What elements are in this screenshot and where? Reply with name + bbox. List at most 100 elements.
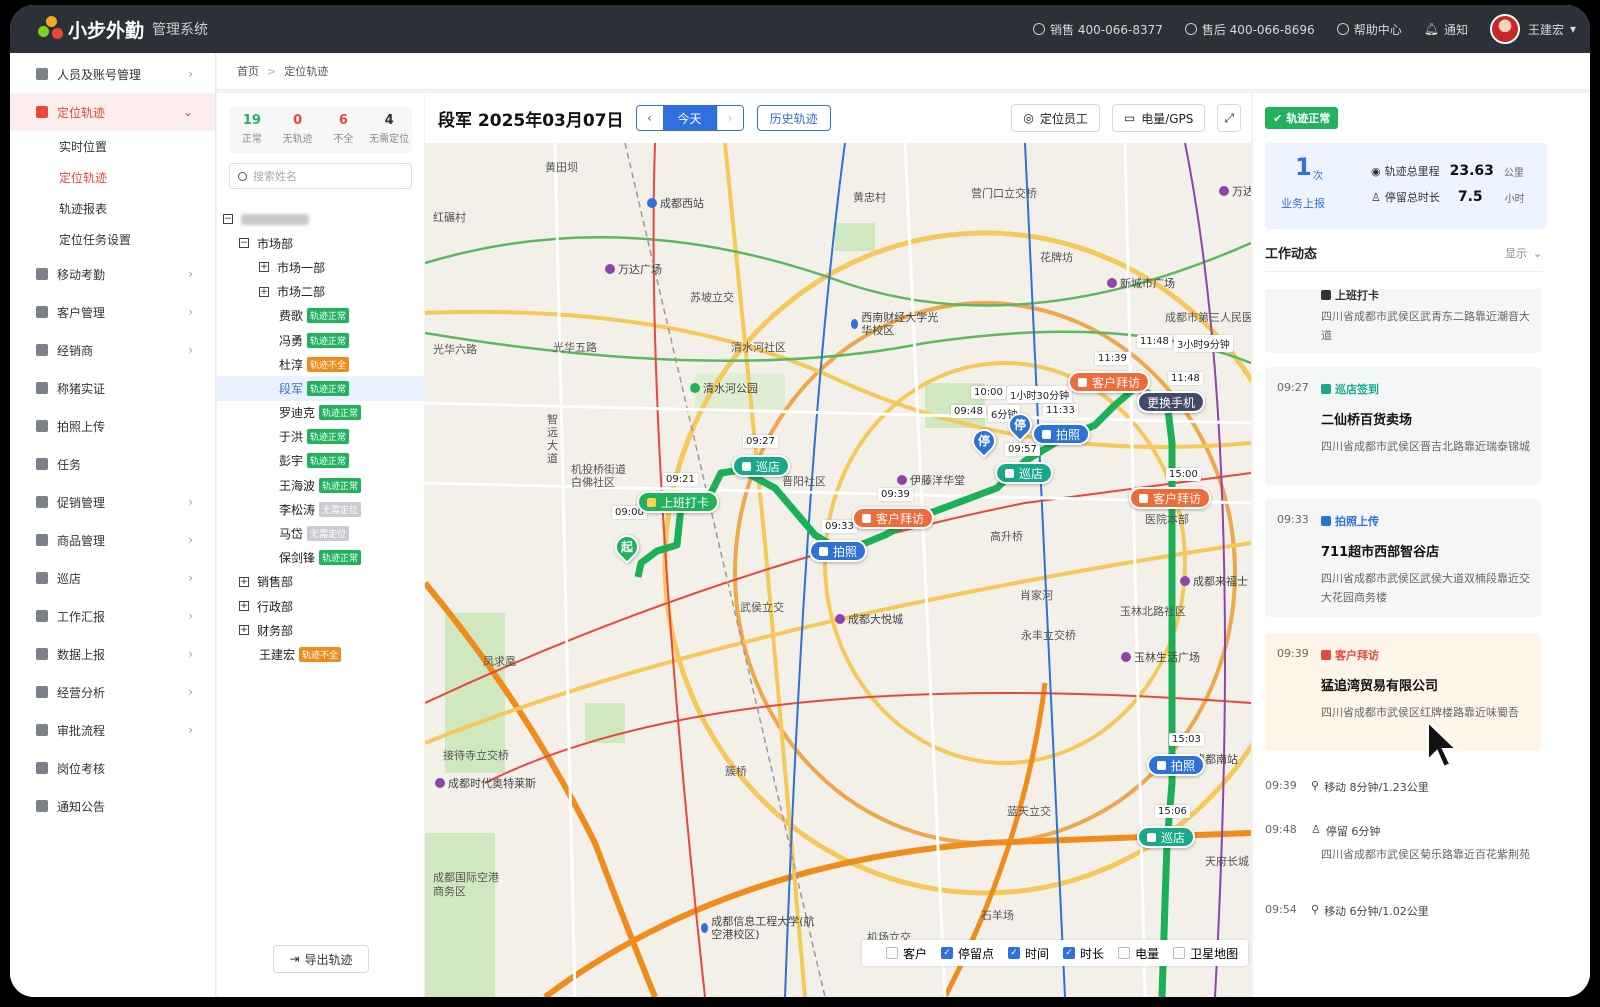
tree-person[interactable]: 王建宏 轨迹不全	[217, 642, 424, 666]
tree-person[interactable]: 王海波 轨迹正常	[217, 473, 424, 497]
tree-person[interactable]: 杜淳 轨迹不全	[217, 352, 424, 376]
marker-patrol[interactable]: 巡店	[1137, 826, 1196, 848]
tree-person[interactable]: 保剑锋 轨迹正常	[217, 546, 424, 570]
breadcrumb-home[interactable]: 首页	[237, 63, 259, 79]
menu-item-data-report[interactable]: 数据上报 ›	[10, 635, 215, 673]
marker-visit[interactable]: 客户拜访	[1068, 371, 1151, 393]
checkbox-battery[interactable]	[1118, 947, 1131, 959]
tree-person-selected[interactable]: 段军 轨迹正常	[217, 376, 424, 401]
tree-root[interactable]: −	[217, 207, 424, 231]
menu-item-weigh[interactable]: 称猪实证	[10, 369, 215, 407]
map-poi[interactable]: 西南财经大学光华校区	[851, 311, 941, 337]
menu-item-promo[interactable]: 促销管理 ›	[10, 483, 215, 521]
menu-item-track[interactable]: 定位轨迹 ⌄	[10, 93, 215, 131]
menu-item-dealer[interactable]: 经销商 ›	[10, 331, 215, 369]
stat-normal[interactable]: 19 正常	[229, 107, 275, 153]
marker-patrol[interactable]: 巡店	[995, 462, 1054, 484]
display-filter-dropdown[interactable]: 显示 ⌄	[1505, 245, 1542, 261]
total-distance: 23.63	[1449, 163, 1494, 179]
tree-dept[interactable]: + 市场一部	[217, 255, 424, 279]
map-poi[interactable]: 玉林生活广场	[1121, 649, 1200, 665]
map-poi[interactable]: 成都时代奥特莱斯	[435, 775, 536, 791]
marker-photo[interactable]: 拍照	[1032, 423, 1091, 445]
menu-item-notice[interactable]: 通知公告	[10, 787, 215, 825]
map-poi[interactable]: 新城市广场	[1107, 275, 1175, 291]
report-label[interactable]: 业务上报	[1281, 195, 1325, 211]
tree-dept[interactable]: + 财务部	[217, 618, 424, 642]
fullscreen-button[interactable]: ⤢	[1217, 104, 1241, 132]
submenu-report[interactable]: 轨迹报表	[10, 193, 215, 224]
help-center-link[interactable]: 帮助中心	[1336, 21, 1402, 38]
activity-row[interactable]: 09:39 ⚲ 移动 8分钟/1.23公里	[1265, 779, 1429, 795]
map-poi[interactable]: 成都西站	[647, 195, 704, 211]
menu-item-account[interactable]: 人员及账号管理 ›	[10, 55, 215, 93]
stat-incomplete[interactable]: 6 不全	[321, 107, 367, 153]
sales-hotline[interactable]: 销售 400-066-8377	[1033, 21, 1163, 38]
tree-dept[interactable]: + 行政部	[217, 594, 424, 618]
tree-person[interactable]: 费歌 轨迹正常	[217, 304, 424, 328]
submenu-realtime[interactable]: 实时位置	[10, 131, 215, 162]
tree-dept[interactable]: + 市场二部	[217, 280, 424, 304]
menu-item-photo[interactable]: 拍照上传	[10, 407, 215, 445]
menu-item-task[interactable]: 任务	[10, 445, 215, 483]
today-button[interactable]: 今天	[662, 106, 717, 130]
checkbox-customer[interactable]	[886, 947, 898, 959]
menu-item-attendance[interactable]: 移动考勤 ›	[10, 255, 215, 293]
menu-item-goods[interactable]: 商品管理 ›	[10, 521, 215, 559]
map-poi[interactable]: 成都信息工程大学(航空港校区)	[701, 915, 821, 941]
locate-employee-button[interactable]: ◎ 定位员工	[1011, 104, 1100, 132]
prev-day-button[interactable]: ‹	[636, 106, 663, 130]
map-canvas[interactable]: 黄田坝 红碾村 苏坡立交 光华六路 光华五路 清水河社区 营门口立交桥 花牌坊 …	[425, 143, 1251, 997]
stat-no-track[interactable]: 0 无轨迹	[275, 107, 321, 153]
checkbox-duration[interactable]: ✓	[1063, 947, 1076, 959]
checkbox-satellite[interactable]	[1173, 947, 1186, 959]
menu-item-approval[interactable]: 审批流程 ›	[10, 711, 215, 749]
export-track-button[interactable]: ⇥ 导出轨迹	[273, 945, 369, 973]
next-day-button[interactable]: ›	[716, 106, 743, 130]
menu-item-patrol[interactable]: 巡店 ›	[10, 559, 215, 597]
battery-gps-button[interactable]: ▭ 电量/GPS	[1111, 104, 1206, 132]
history-track-button[interactable]: 历史轨迹	[756, 105, 831, 131]
stat-no-locate[interactable]: 4 无需定位	[366, 107, 412, 153]
menu-item-analysis[interactable]: 经营分析 ›	[10, 673, 215, 711]
marker-visit[interactable]: 客户拜访	[1129, 487, 1212, 509]
search-input[interactable]: 搜索姓名	[229, 163, 412, 189]
tree-person[interactable]: 于洪 轨迹正常	[217, 425, 424, 449]
menu-item-kpi[interactable]: 岗位考核	[10, 749, 215, 787]
marker-patrol[interactable]: 巡店	[732, 455, 791, 477]
activity-card[interactable]: 09:27 巡店签到 二仙桥百货卖场 四川省成都市武侯区晋吉北路靠近瑞泰锦城	[1265, 367, 1541, 485]
map-poi[interactable]: 成都大悦城	[835, 611, 903, 627]
submenu-task-settings[interactable]: 定位任务设置	[10, 224, 215, 255]
activity-row[interactable]: 09:54 ⚲ 移动 6分钟/1.02公里	[1265, 903, 1429, 919]
tree-person[interactable]: 彭宇 轨迹正常	[217, 449, 424, 473]
aftersales-hotline[interactable]: 售后 400-066-8696	[1184, 21, 1315, 38]
map-poi[interactable]: 成都来福士	[1180, 573, 1248, 589]
activity-card[interactable]: 09:33 拍照上传 711超市西部智谷店 四川省成都市武侯区武侯大道双楠段靠近…	[1265, 499, 1541, 617]
notification-link[interactable]: 🔔︎ 通知	[1424, 21, 1468, 38]
map-poi[interactable]: 万达广场	[605, 261, 662, 277]
activity-row[interactable]: 09:48 ♙ 停留 6分钟	[1265, 823, 1380, 839]
tree-person[interactable]: 罗迪克 轨迹正常	[217, 401, 424, 425]
tree-person[interactable]: 冯勇 轨迹正常	[217, 328, 424, 352]
app-logo[interactable]: 小步外勤 管理系统	[38, 16, 208, 43]
marker-change-phone[interactable]: 更换手机	[1137, 391, 1206, 413]
checkbox-stop-point[interactable]: ✓	[941, 947, 954, 959]
marker-clockin[interactable]: 上班打卡	[637, 491, 720, 513]
user-menu[interactable]: 王建宏 ▾	[1489, 14, 1576, 44]
tree-dept[interactable]: + 销售部	[217, 570, 424, 594]
tree-person[interactable]: 李松涛 无需定位	[217, 497, 424, 521]
map-poi[interactable]: 伊藤洋华堂	[897, 472, 965, 488]
activity-card[interactable]: 09:39 客户拜访 猛追湾贸易有限公司 四川省成都市武侯区红牌楼路靠近味蜀吾	[1265, 633, 1541, 751]
map-poi[interactable]: 万达	[1219, 183, 1251, 199]
marker-photo[interactable]: 拍照	[809, 540, 868, 562]
menu-item-work-report[interactable]: 工作汇报 ›	[10, 597, 215, 635]
activity-card[interactable]: 上班打卡 四川省成都市武侯区武青东二路靠近潮音大道	[1265, 289, 1541, 353]
map-poi[interactable]: 清水河公园	[690, 380, 758, 396]
tree-person[interactable]: 马岱 无需定位	[217, 521, 424, 545]
checkbox-time[interactable]: ✓	[1008, 947, 1021, 959]
tree-dept[interactable]: − 市场部	[217, 231, 424, 255]
submenu-track[interactable]: 定位轨迹	[10, 162, 215, 193]
marker-visit[interactable]: 客户拜访	[852, 507, 935, 529]
menu-item-customer[interactable]: 客户管理 ›	[10, 293, 215, 331]
marker-photo[interactable]: 拍照	[1147, 754, 1206, 776]
